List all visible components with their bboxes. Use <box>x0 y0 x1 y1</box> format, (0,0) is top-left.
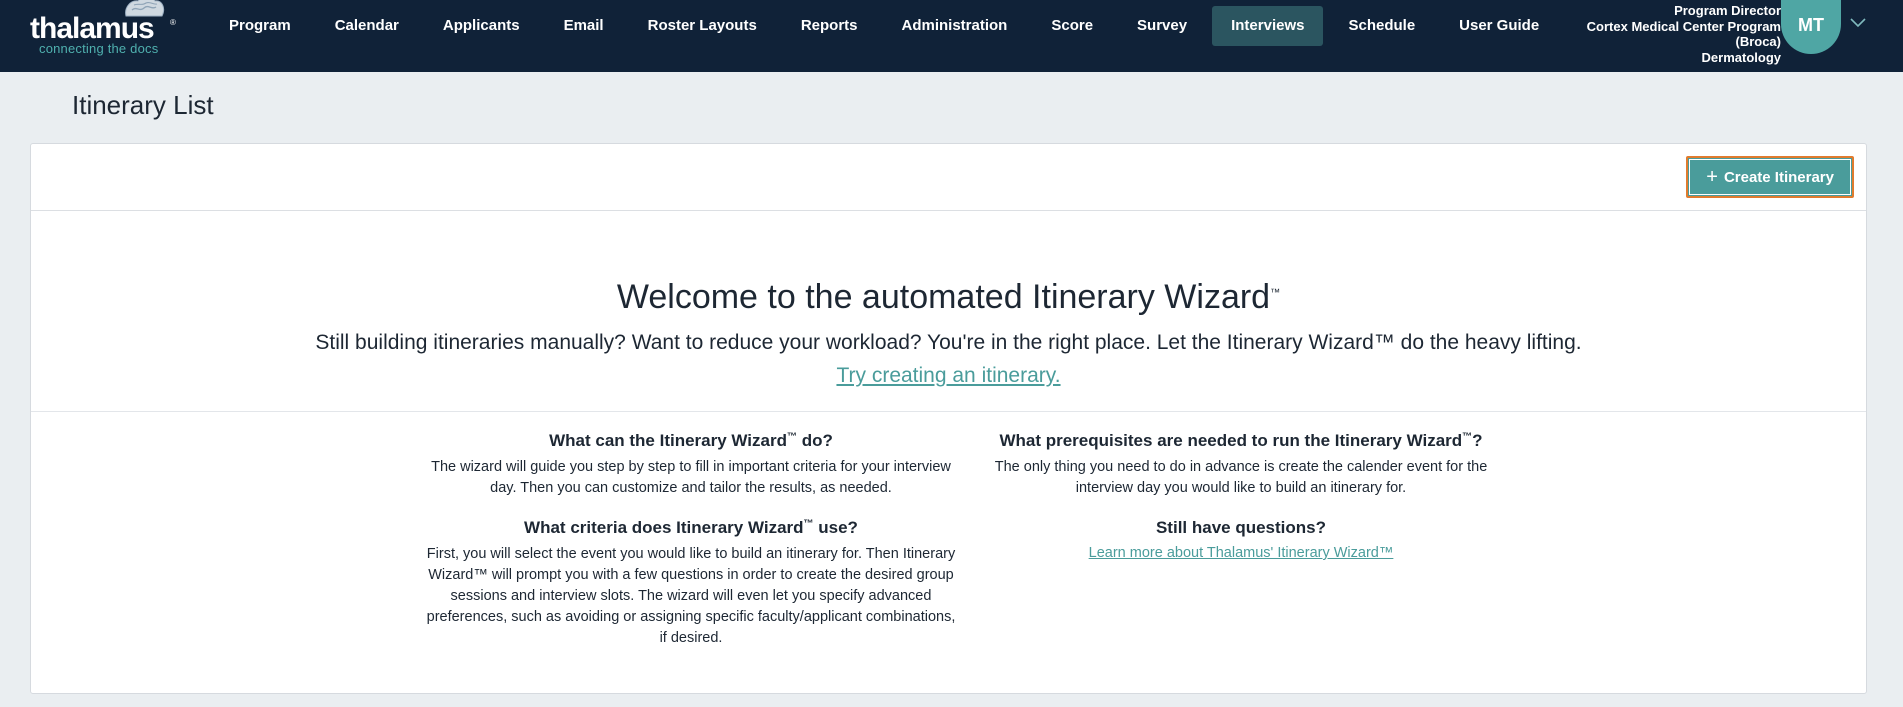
create-itinerary-button[interactable]: + Create Itinerary <box>1686 156 1854 198</box>
itinerary-card: + Create Itinerary Welcome to the automa… <box>30 143 1867 694</box>
faq-prerequisites: What prerequisites are needed to run the… <box>961 431 1521 499</box>
learn-more-link[interactable]: Learn more about Thalamus' Itinerary Wiz… <box>1089 545 1394 561</box>
welcome-title-trademark: ™ <box>1270 287 1281 299</box>
try-creating-itinerary-link[interactable]: Try creating an itinerary. <box>836 364 1060 388</box>
welcome-title-text: Welcome to the automated Itinerary Wizar… <box>616 278 1271 316</box>
user-program-sub: (Broca) <box>1735 34 1781 49</box>
user-role: Program Director <box>1674 3 1781 18</box>
nav-item-program[interactable]: Program <box>210 6 310 46</box>
faq-what-can-title-b: do? <box>797 431 833 450</box>
user-info: Program Director Cortex Medical Center P… <box>1587 3 1781 65</box>
faq-what-can-title-a: What can the Itinerary Wizard <box>549 431 787 450</box>
faq-criteria-title-b: use? <box>813 518 858 537</box>
create-itinerary-label: Create Itinerary <box>1723 168 1834 186</box>
nav-item-user-guide[interactable]: User Guide <box>1440 6 1558 46</box>
faq-prerequisites-title-tm: ™ <box>1462 431 1473 443</box>
nav-item-administration[interactable]: Administration <box>883 6 1027 46</box>
nav-item-reports[interactable]: Reports <box>782 6 877 46</box>
faq-prerequisites-title: What prerequisites are needed to run the… <box>961 431 1521 451</box>
main-nav: Program Calendar Applicants Email Roster… <box>210 6 1564 46</box>
chevron-down-icon[interactable] <box>1850 18 1866 28</box>
faq-prerequisites-body: The only thing you need to do in advance… <box>994 459 1488 496</box>
page-title: Itinerary List <box>72 90 214 120</box>
nav-item-score[interactable]: Score <box>1032 6 1112 46</box>
faq-what-can-title: What can the Itinerary Wizard™ do? <box>391 431 991 451</box>
user-program: Cortex Medical Center Program <box>1586 18 1781 34</box>
welcome-subtitle: Still building itineraries manually? Wan… <box>315 331 1582 354</box>
top-navigation-bar: thalamus ® connecting the docs Program C… <box>0 0 1903 72</box>
faq-prerequisites-title-a: What prerequisites are needed to run the… <box>999 431 1463 450</box>
card-toolbar: + Create Itinerary <box>31 144 1866 211</box>
faq-still-questions: Still have questions? Learn more about T… <box>961 518 1521 562</box>
nav-item-email[interactable]: Email <box>545 6 623 46</box>
section-divider <box>31 411 1866 412</box>
welcome-section: Welcome to the automated Itinerary Wizar… <box>31 278 1866 388</box>
nav-item-interviews[interactable]: Interviews <box>1212 6 1324 46</box>
faq-criteria-title-tm: ™ <box>803 518 814 530</box>
welcome-title: Welcome to the automated Itinerary Wizar… <box>31 278 1866 317</box>
nav-item-applicants[interactable]: Applicants <box>424 6 539 46</box>
faq-prerequisites-title-b: ? <box>1472 431 1483 450</box>
faq-criteria: What criteria does Itinerary Wizard™ use… <box>391 518 991 649</box>
nav-item-survey[interactable]: Survey <box>1118 6 1206 46</box>
thalamus-logo[interactable]: thalamus ® connecting the docs <box>30 0 180 60</box>
logo-trademark: ® <box>170 18 176 27</box>
faq-what-can-title-tm: ™ <box>787 431 797 443</box>
logo-tagline: connecting the docs <box>39 41 159 56</box>
nav-item-roster-layouts[interactable]: Roster Layouts <box>629 6 776 46</box>
faq-what-can-body: The wizard will guide you step by step t… <box>431 459 951 496</box>
faq-criteria-title: What criteria does Itinerary Wizard™ use… <box>391 518 991 538</box>
faq-criteria-body: First, you will select the event you wou… <box>426 546 956 646</box>
nav-item-schedule[interactable]: Schedule <box>1329 6 1434 46</box>
faq-what-can: What can the Itinerary Wizard™ do? The w… <box>391 431 991 499</box>
faq-still-questions-title: Still have questions? <box>1155 518 1327 537</box>
avatar[interactable]: MT <box>1781 0 1841 54</box>
nav-item-calendar[interactable]: Calendar <box>316 6 418 46</box>
user-specialty: Dermatology <box>1701 49 1781 65</box>
faq-criteria-title-a: What criteria does Itinerary Wizard <box>524 518 804 537</box>
plus-icon: + <box>1706 166 1718 188</box>
